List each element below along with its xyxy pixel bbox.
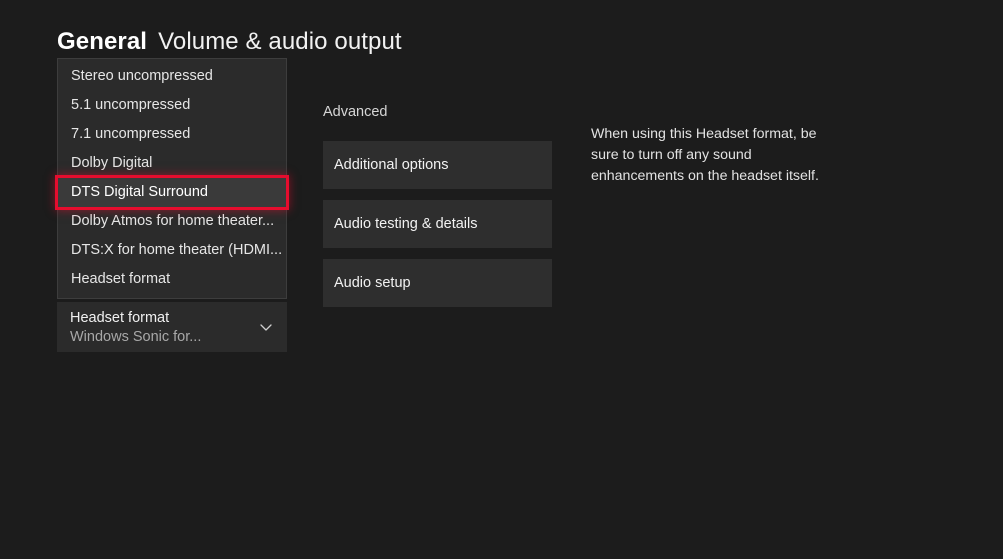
headset-format-selector[interactable]: Headset format Windows Sonic for... [57, 302, 287, 352]
format-option-label: 5.1 uncompressed [71, 97, 190, 113]
format-option-51-uncompressed[interactable]: 5.1 uncompressed [58, 91, 286, 120]
format-option-71-uncompressed[interactable]: 7.1 uncompressed [58, 120, 286, 149]
format-option-stereo-uncompressed[interactable]: Stereo uncompressed [58, 62, 286, 91]
format-option-label: DTS Digital Surround [71, 184, 208, 200]
additional-options-button[interactable]: Additional options [323, 141, 552, 189]
format-option-label: Headset format [71, 271, 170, 287]
format-option-label: DTS:X for home theater (HDMI... [71, 242, 282, 258]
chevron-down-icon [258, 319, 274, 335]
headset-format-label: Headset format [70, 309, 274, 327]
breadcrumb-section: General [57, 28, 147, 56]
audio-testing-details-button[interactable]: Audio testing & details [323, 200, 552, 248]
format-option-dtsx-home-theater[interactable]: DTS:X for home theater (HDMI... [58, 236, 286, 265]
advanced-heading: Advanced [323, 104, 552, 120]
page-header: General Volume & audio output [57, 28, 402, 56]
format-option-label: 7.1 uncompressed [71, 126, 190, 142]
format-option-label: Dolby Digital [71, 155, 152, 171]
additional-options-label: Additional options [334, 157, 448, 173]
audio-setup-label: Audio setup [334, 275, 411, 291]
format-option-dts-digital-surround[interactable]: DTS Digital Surround [58, 178, 286, 207]
format-option-headset-format[interactable]: Headset format [58, 265, 286, 294]
contextual-help-text: When using this Headset format, be sure … [591, 124, 823, 187]
advanced-section: Advanced Additional options Audio testin… [323, 104, 552, 318]
audio-setup-button[interactable]: Audio setup [323, 259, 552, 307]
format-option-dolby-digital[interactable]: Dolby Digital [58, 149, 286, 178]
audio-testing-details-label: Audio testing & details [334, 216, 477, 232]
headset-format-value: Windows Sonic for... [70, 327, 274, 347]
audio-format-dropdown-list[interactable]: Stereo uncompressed 5.1 uncompressed 7.1… [57, 58, 287, 299]
page-title: Volume & audio output [158, 28, 402, 56]
format-option-dolby-atmos-home-theater[interactable]: Dolby Atmos for home theater... [58, 207, 286, 236]
format-option-label: Stereo uncompressed [71, 68, 213, 84]
format-option-label: Dolby Atmos for home theater... [71, 213, 274, 229]
